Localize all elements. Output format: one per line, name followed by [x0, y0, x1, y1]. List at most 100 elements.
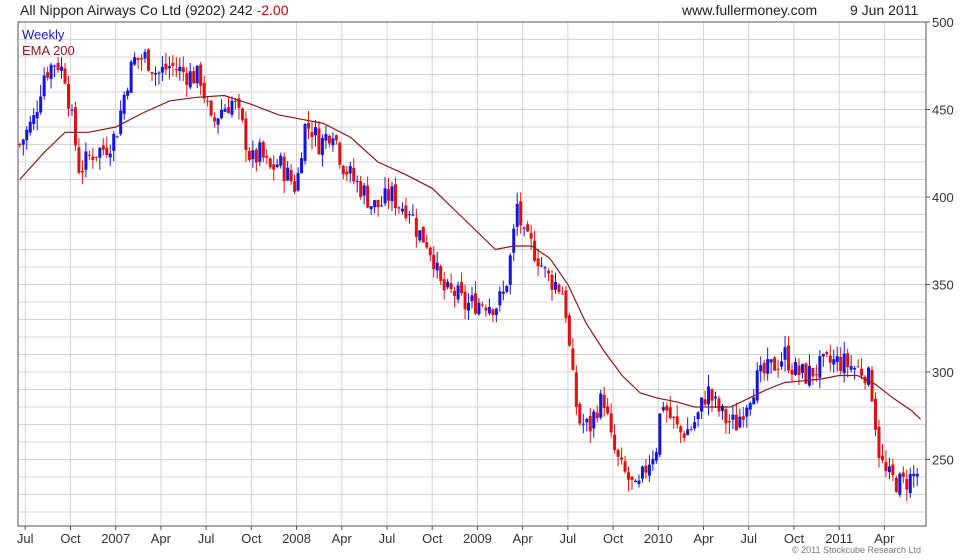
candle-body — [672, 416, 676, 418]
candle-body — [547, 270, 551, 274]
candle-body — [112, 134, 116, 151]
candle-body — [418, 230, 422, 241]
candle-body — [783, 347, 787, 360]
candle-body — [487, 307, 491, 314]
candle-body — [206, 100, 210, 102]
candle-body — [846, 353, 850, 368]
candle-body — [425, 241, 429, 248]
candle-body — [39, 96, 43, 113]
candle-body — [533, 240, 537, 261]
candle-body — [348, 166, 352, 174]
candle-body — [738, 416, 742, 428]
candle-body — [345, 171, 349, 175]
candle-body — [731, 414, 735, 420]
candle-body — [108, 153, 112, 158]
candle-body — [661, 407, 665, 411]
candle-body — [811, 367, 815, 377]
candle-body — [519, 201, 523, 226]
candle-body — [282, 156, 286, 182]
candle-body — [244, 118, 248, 150]
candle-body — [766, 359, 770, 374]
candle-body — [334, 135, 338, 141]
candle-body — [320, 138, 324, 156]
candle-body — [150, 72, 154, 74]
candle-body — [856, 366, 860, 368]
candle-body — [98, 147, 102, 158]
candle-body — [748, 403, 752, 410]
candle-body — [279, 155, 283, 166]
candle-body — [456, 285, 460, 300]
candle-body — [178, 66, 182, 72]
candle-body — [463, 291, 467, 310]
candle-body — [818, 356, 822, 378]
candle-body — [877, 426, 881, 459]
candle-body — [835, 356, 839, 362]
candle-body — [759, 365, 763, 372]
candle-body — [894, 477, 898, 493]
candle-body — [793, 362, 797, 375]
x-tick-label: Oct — [60, 531, 81, 546]
candle-body — [710, 389, 714, 401]
x-tick-label: Oct — [784, 531, 805, 546]
candle-body — [119, 110, 123, 135]
x-tick-label: 2010 — [644, 531, 673, 546]
candle-body — [293, 181, 297, 192]
y-tick-label: 400 — [932, 190, 954, 205]
candle-body — [352, 167, 356, 182]
candle-body — [380, 205, 384, 207]
candle-body — [630, 476, 634, 480]
candle-body — [581, 423, 585, 425]
candle-body — [105, 147, 109, 155]
candle-body — [540, 265, 544, 267]
candle-body — [126, 90, 130, 96]
candle-body — [355, 181, 359, 183]
candle-body — [797, 365, 801, 376]
candle-body — [331, 138, 335, 146]
candle-body — [160, 66, 164, 73]
candle-body — [550, 274, 554, 290]
candle-body — [307, 122, 311, 129]
x-tick-label: 2009 — [463, 531, 492, 546]
candle-body — [140, 58, 144, 60]
candle-body — [564, 290, 568, 319]
candle-body — [842, 353, 846, 374]
x-tick-label: Jul — [198, 531, 215, 546]
copyright-footer: © 2011 Stockcube Research Ltd — [792, 545, 922, 555]
x-tick-label: Oct — [603, 531, 624, 546]
candle-body — [289, 170, 293, 182]
y-tick-label: 500 — [932, 15, 954, 30]
candle-body — [449, 283, 453, 289]
candle-body — [115, 136, 119, 138]
candle-body — [359, 181, 363, 197]
candle-body — [633, 480, 637, 483]
candle-body — [268, 158, 272, 168]
candle-body — [686, 429, 690, 436]
candle-body — [216, 118, 220, 125]
candle-body — [56, 62, 60, 71]
candle-body — [387, 189, 391, 201]
candle-body — [776, 368, 780, 370]
candle-body — [880, 455, 884, 461]
candle-body — [21, 139, 25, 145]
candle-body — [275, 164, 279, 168]
x-tick-label: Oct — [422, 531, 443, 546]
candle-body — [787, 345, 791, 371]
candle-body — [213, 117, 217, 122]
candle-body — [884, 462, 888, 472]
candle-body — [529, 232, 533, 239]
candle-body — [762, 362, 766, 374]
candle-body — [366, 185, 370, 208]
candle-body — [491, 309, 495, 315]
candle-body — [60, 66, 64, 71]
candle-body — [310, 132, 314, 138]
x-tick-label: Jul — [560, 531, 577, 546]
candle-body — [421, 226, 425, 243]
candle-body — [616, 449, 620, 457]
candle-body — [167, 66, 171, 69]
candle-body — [446, 281, 450, 288]
candle-body — [637, 480, 641, 485]
candle-body — [741, 416, 745, 420]
candle-body — [181, 67, 185, 73]
candle-body — [73, 107, 77, 146]
candle-body — [393, 184, 397, 209]
